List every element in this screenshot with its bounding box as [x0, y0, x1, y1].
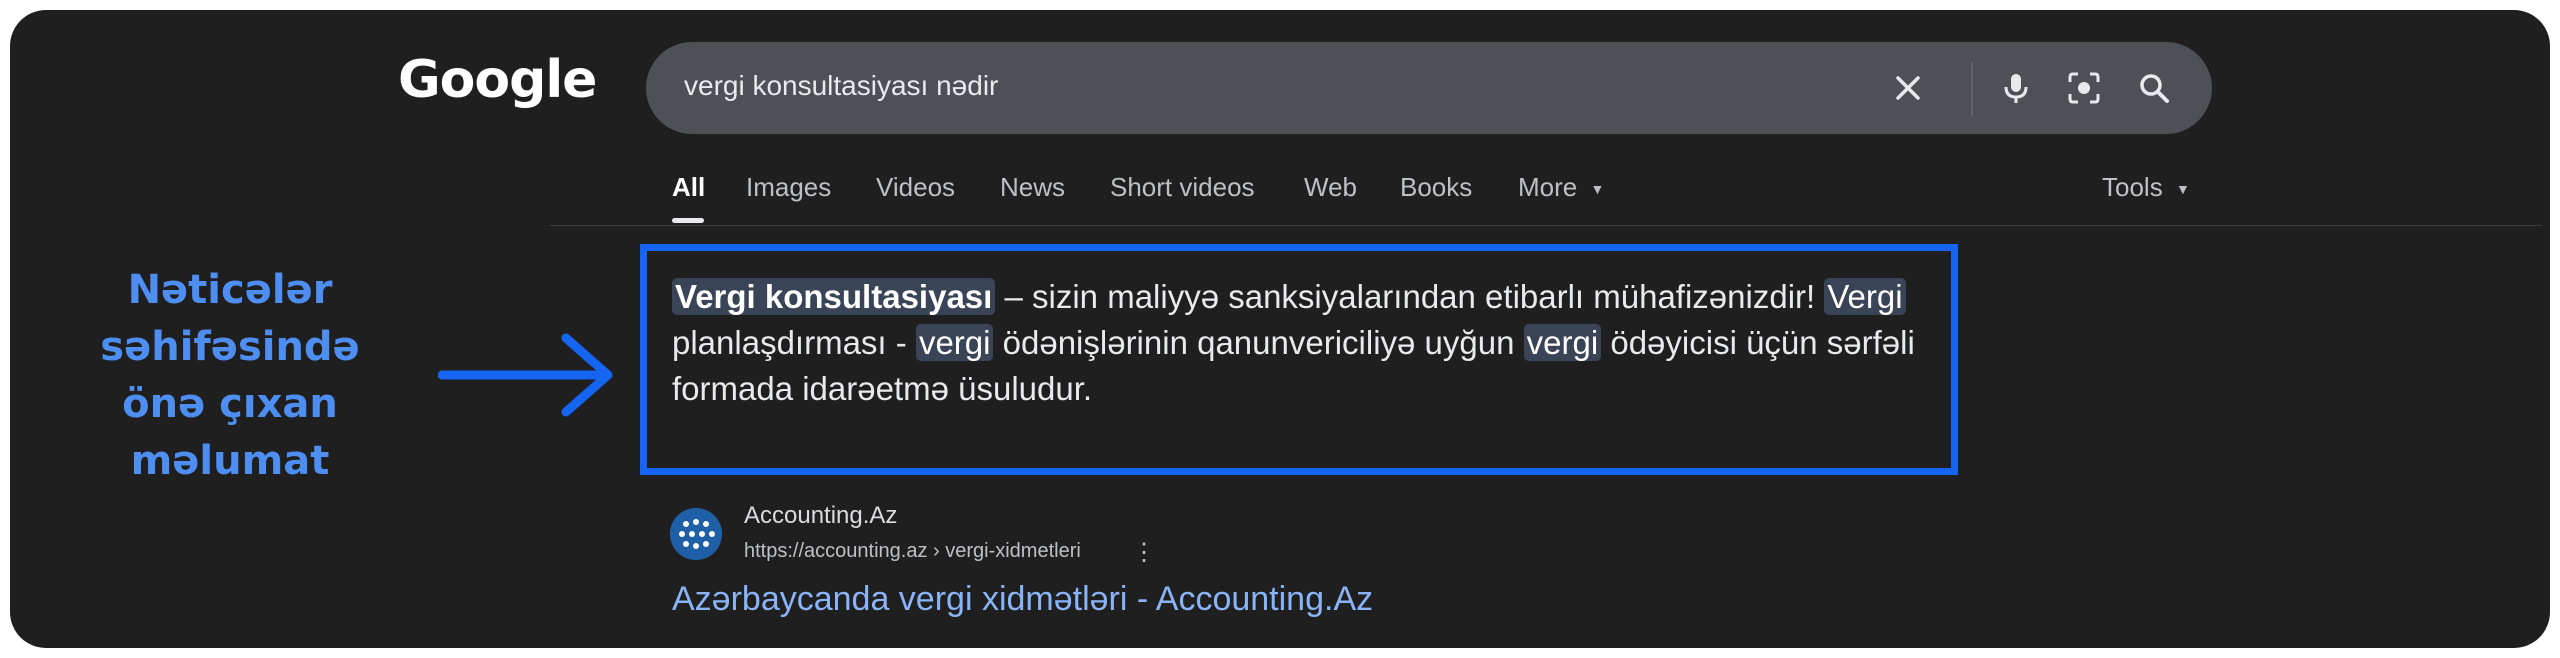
annotation-line: Nəticələr [127, 267, 333, 313]
result-title-link[interactable]: Azərbaycanda vergi xidmətləri - Accounti… [672, 580, 1373, 619]
snippet-text: – sizin maliyyə sanksiyalarından etibarl… [995, 278, 1825, 315]
tabs-divider [550, 225, 2542, 226]
chevron-down-icon: ▼ [2175, 181, 2190, 198]
chevron-down-icon: ▼ [1590, 181, 1605, 198]
snippet-highlight: vergi [915, 324, 994, 361]
tab-web[interactable]: Web [1304, 172, 1357, 203]
clear-icon[interactable] [1888, 68, 1928, 108]
tab-videos[interactable]: Videos [876, 172, 955, 203]
tab-books[interactable]: Books [1400, 172, 1472, 203]
snippet-text: ödənişlərinin qanunvericiliyə uyğun [993, 324, 1524, 361]
google-logo[interactable]: Google [398, 50, 597, 110]
annotation-label: Nəticələr səhifəsində önə çıxan məlumat [70, 262, 390, 490]
more-options-icon[interactable]: ⋮ [1132, 538, 1156, 567]
browser-frame: Google vergi konsultasiyası nədir All Im… [10, 10, 2550, 648]
tab-more[interactable]: More ▼ [1518, 172, 1604, 203]
tools-button[interactable]: Tools ▼ [2102, 172, 2190, 203]
snippet-highlight: Vergi konsultasiyası [672, 278, 996, 315]
annotation-line: önə çıxan [122, 381, 338, 427]
site-favicon[interactable] [670, 508, 722, 560]
snippet-text: planlaşdırması - [672, 324, 916, 361]
annotation-line: məlumat [130, 438, 330, 484]
snippet-highlight: Vergi [1824, 278, 1906, 315]
search-divider [1971, 62, 1973, 116]
search-bar[interactable]: vergi konsultasiyası nədir [646, 42, 2212, 134]
snippet-highlight: vergi [1523, 324, 1602, 361]
tab-more-label: More [1518, 172, 1578, 202]
featured-snippet: Vergi konsultasiyası – sizin maliyyə san… [672, 274, 1922, 412]
search-input[interactable]: vergi konsultasiyası nədir [684, 70, 998, 102]
tools-label: Tools [2102, 172, 2163, 202]
tab-images[interactable]: Images [746, 172, 831, 203]
active-tab-underline [672, 218, 704, 223]
arrow-right-icon [438, 333, 613, 417]
search-icon[interactable] [2134, 68, 2174, 108]
microphone-icon[interactable] [1996, 68, 2036, 108]
tab-all[interactable]: All [672, 172, 705, 203]
result-url[interactable]: https://accounting.az › vergi-xidmetleri [744, 540, 1081, 563]
tab-short-videos[interactable]: Short videos [1110, 172, 1255, 203]
result-site-name[interactable]: Accounting.Az [744, 502, 897, 530]
annotation-line: səhifəsində [100, 324, 360, 370]
camera-lens-icon[interactable] [2064, 68, 2104, 108]
tab-news[interactable]: News [1000, 172, 1065, 203]
